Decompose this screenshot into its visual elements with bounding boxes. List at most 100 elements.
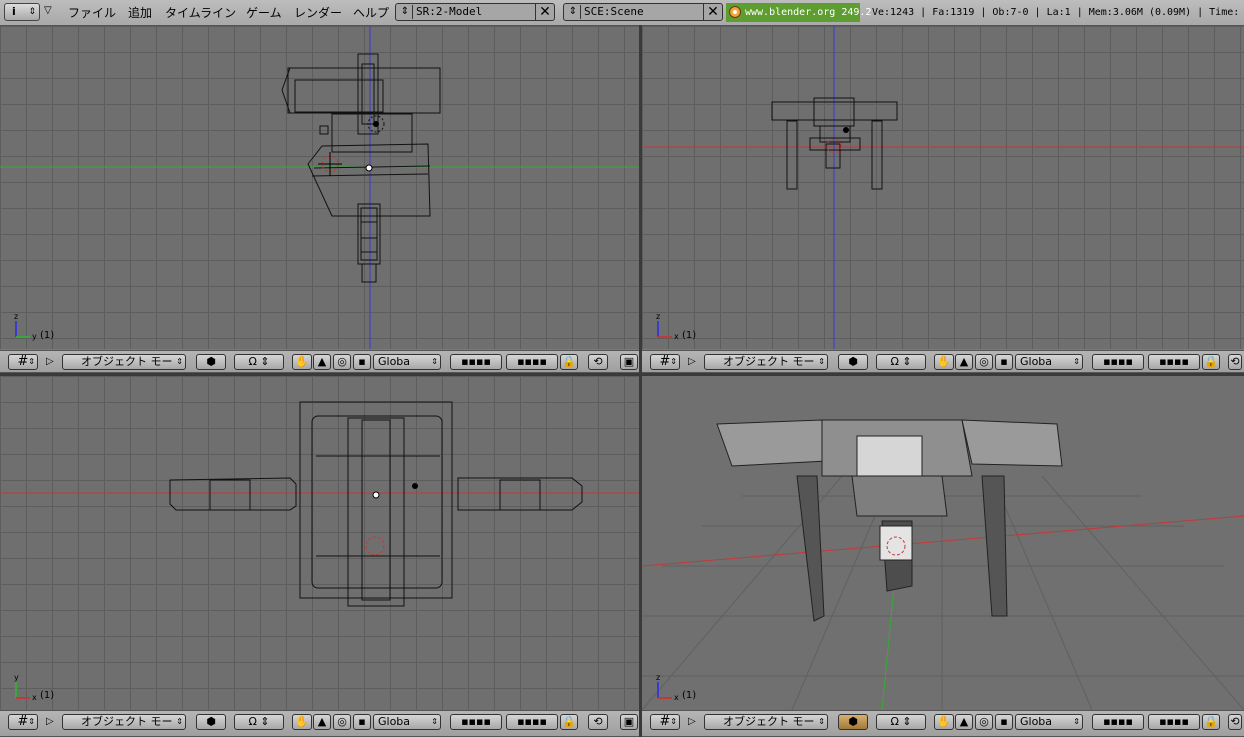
layers-grid-1[interactable]: ▪▪▪▪ [450,714,502,730]
scale-manipulator-button[interactable]: ◎ [333,354,351,370]
lock-icon[interactable]: 🔒 [1202,354,1220,370]
updown-arrow-icon: ⇕ [28,717,35,726]
draw-type-button[interactable]: ⬢ [838,354,868,370]
translate-manipulator-button[interactable]: ▪ [353,714,371,730]
pivot-button[interactable]: Ω ⇕ [234,714,284,730]
square-icon: ▪ [1000,715,1008,728]
viewport-divider-vertical[interactable] [639,25,642,737]
manipulator-toggle[interactable]: ✋ [934,714,954,730]
mode-selector[interactable]: オブジェクト モー ⇕ [704,714,828,730]
viewport-front[interactable]: z y (1) [0,26,639,349]
render-toggle-icon[interactable]: ⟲ [588,714,608,730]
rotate-manipulator-button[interactable]: ▲ [955,714,973,730]
orientation-selector[interactable]: Globa ⇕ [373,714,441,730]
menu-add[interactable]: 追加 [128,5,152,21]
circle-icon: ◎ [979,715,989,728]
pivot-button[interactable]: Ω ⇕ [876,714,926,730]
mode-selector[interactable]: オブジェクト モー ⇕ [704,354,828,370]
frame-number: (1) [682,330,697,341]
mode-selector[interactable]: オブジェクト モー ⇕ [62,354,186,370]
lock-icon[interactable]: 🔒 [1202,714,1220,730]
square-icon: ▪ [358,715,366,728]
screen-delete-button[interactable]: ✕ [535,4,554,20]
svg-text:x: x [32,693,37,702]
mode-selector[interactable]: オブジェクト モー ⇕ [62,714,186,730]
circle-icon: ◎ [337,715,347,728]
draw-type-button[interactable]: ⬢ [196,714,226,730]
scene-name-field[interactable]: SCE:Scene [584,4,700,20]
expand-triangle-icon[interactable]: ▷ [46,716,54,727]
draw-type-button[interactable]: ⬢ [196,354,226,370]
viewport-header-front: # ⇕ ▷ オブジェクト モー ⇕ ⬢ Ω ⇕ ✋ ▲ ◎ ▪ Globa ⇕ ▪▪▪… [0,350,639,373]
layers-grid-1[interactable]: ▪▪▪▪ [1092,714,1144,730]
rotate-manipulator-button[interactable]: ▲ [955,354,973,370]
pivot-button[interactable]: Ω ⇕ [876,354,926,370]
hand-icon: ✋ [295,715,309,728]
blender-version-badge[interactable]: www.blender.org 249.2 [726,3,871,22]
viewport-header-top: # ⇕ ▷ オブジェクト モー ⇕ ⬢ Ω ⇕ ✋ ▲ ◎ ▪ Globa ⇕ ▪▪▪… [0,710,639,737]
layers-grid-1[interactable]: ▪▪▪▪ [450,354,502,370]
scale-manipulator-button[interactable]: ◎ [975,714,993,730]
menu-file[interactable]: ファイル [68,5,116,21]
layers-grid-2[interactable]: ▪▪▪▪ [1148,354,1200,370]
collapse-menu-triangle-icon[interactable]: ▽ [44,5,56,17]
layers-grid-2[interactable]: ▪▪▪▪ [506,714,558,730]
svg-text:x: x [674,332,679,341]
expand-triangle-icon[interactable]: ▷ [688,356,696,367]
menu-render[interactable]: レンダー [294,5,342,21]
scale-manipulator-button[interactable]: ◎ [333,714,351,730]
editor-type-button[interactable]: # ⇕ [8,354,38,370]
scale-manipulator-button[interactable]: ◎ [975,354,993,370]
draw-type-button[interactable]: ⬢ [838,714,868,730]
scene-delete-button[interactable]: ✕ [703,4,722,20]
editor-type-button[interactable]: # ⇕ [8,714,38,730]
viewport-top[interactable]: y x (1) [0,376,639,710]
layers-grid-2[interactable]: ▪▪▪▪ [1148,714,1200,730]
render-toggle-icon[interactable]: ⟲ [1228,354,1242,370]
translate-manipulator-button[interactable]: ▪ [353,354,371,370]
manipulator-toggle[interactable]: ✋ [934,354,954,370]
render-toggle-icon[interactable]: ⟲ [588,354,608,370]
lock-icon[interactable]: 🔒 [560,714,578,730]
lock-icon[interactable]: 🔒 [560,354,578,370]
screen-browse-icon[interactable]: ⇕ [398,5,413,19]
scene-selector[interactable]: ⇕ SCE:Scene ✕ [563,3,723,21]
orientation-selector[interactable]: Globa ⇕ [1015,714,1083,730]
translate-manipulator-button[interactable]: ▪ [995,354,1013,370]
blender-version-text: www.blender.org 249.2 [745,7,872,18]
axis-gizmo-icon: y x [14,673,37,702]
screen-selector[interactable]: ⇕ SR:2-Model ✕ [395,3,555,21]
rotate-manipulator-button[interactable]: ▲ [313,354,331,370]
render-toggle-icon[interactable]: ⟲ [1228,714,1242,730]
updown-arrow-icon: ⇕ [1073,357,1080,366]
expand-triangle-icon[interactable]: ▷ [46,356,54,367]
viewport-side[interactable]: z x (1) [642,26,1244,349]
manipulator-toggle[interactable]: ✋ [292,714,312,730]
menu-game[interactable]: ゲーム [246,5,282,21]
viewport-divider-horizontal[interactable] [0,373,1244,376]
orientation-selector[interactable]: Globa ⇕ [1015,354,1083,370]
editor-type-button[interactable]: # ⇕ [650,714,680,730]
layers-grid-1[interactable]: ▪▪▪▪ [1092,354,1144,370]
menu-help[interactable]: ヘルプ [353,5,389,21]
orientation-selector[interactable]: Globa ⇕ [373,354,441,370]
manipulator-toggle[interactable]: ✋ [292,354,312,370]
info-icon: i [12,5,16,18]
svg-text:z: z [14,312,18,321]
menu-timeline[interactable]: タイムライン [165,5,236,21]
updown-arrow-icon: ⇕ [28,7,36,17]
svg-text:y: y [32,332,37,341]
rotate-manipulator-button[interactable]: ▲ [313,714,331,730]
pivot-button[interactable]: Ω ⇕ [234,354,284,370]
layers-grid-2[interactable]: ▪▪▪▪ [506,354,558,370]
screen-name-field[interactable]: SR:2-Model [416,4,532,20]
scene-browse-icon[interactable]: ⇕ [566,5,581,19]
viewport-perspective[interactable]: z x (1) [642,376,1244,710]
expand-triangle-icon[interactable]: ▷ [688,716,696,727]
image-icon[interactable]: ▣ [620,354,638,370]
editor-type-button[interactable]: # ⇕ [650,354,680,370]
info-window-type-button[interactable]: i ⇕ [4,3,40,21]
magnet-icon: Ω [248,355,257,368]
image-icon[interactable]: ▣ [620,714,638,730]
translate-manipulator-button[interactable]: ▪ [995,714,1013,730]
